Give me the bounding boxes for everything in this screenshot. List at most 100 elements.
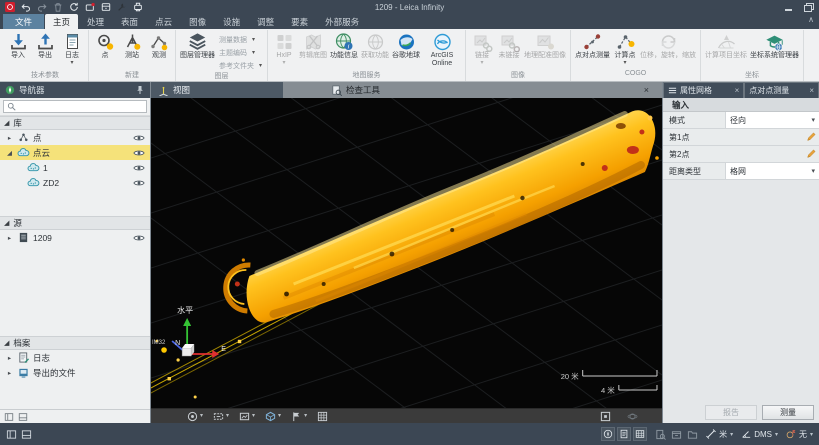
flag-button[interactable]: ▾	[291, 411, 307, 422]
compute-point-button[interactable]: 计算点▾	[612, 31, 638, 66]
property-value-2[interactable]	[725, 146, 819, 162]
close-icon[interactable]: ×	[638, 85, 655, 95]
tree-item[interactable]: ZD2	[0, 175, 150, 190]
distance-unit-selector[interactable]: 米 ▾	[706, 429, 733, 440]
crs-manager-button[interactable]: 坐标系统管理器	[749, 31, 800, 60]
new-point-button[interactable]: 点	[92, 31, 118, 60]
new-station-button[interactable]: 测站	[119, 31, 145, 60]
property-value-3[interactable]: 格网▾	[725, 163, 819, 179]
search-input[interactable]	[19, 101, 143, 112]
ribbon-tab-2[interactable]: 表面	[113, 14, 146, 29]
image-overlay-button[interactable]: ▾	[239, 411, 255, 422]
tab-inspect-tools[interactable]: 检查工具 ×	[283, 82, 662, 98]
tree-item[interactable]: ▸导出的文件	[0, 365, 150, 380]
stack-item[interactable]: 主题编码▾	[219, 48, 262, 58]
tree-item[interactable]: ◢点云	[0, 145, 150, 160]
view-settings-button[interactable]: ▾	[187, 411, 203, 422]
ribbon-tab-1[interactable]: 处理	[79, 14, 112, 29]
google-earth-button[interactable]: 谷歌地球	[391, 31, 421, 60]
section-header[interactable]: ◢库	[0, 116, 150, 130]
angle-unit-selector[interactable]: DMS ▾	[741, 429, 778, 439]
cube-view-button[interactable]: ▾	[265, 411, 281, 422]
eye-icon[interactable]	[133, 149, 145, 157]
archive-icon[interactable]	[101, 2, 111, 12]
tab-point-to-point[interactable]: 点对点测量 ×	[745, 83, 818, 98]
expander-icon[interactable]: ▸	[5, 134, 14, 142]
ribbon-tab-5[interactable]: 设施	[215, 14, 248, 29]
eye-icon[interactable]	[133, 164, 145, 172]
grid-toggle-button[interactable]	[317, 411, 328, 422]
property-value-0[interactable]: 径向▾	[725, 112, 819, 128]
pencil-icon[interactable]	[806, 132, 816, 142]
panel-bottom-icon[interactable]	[21, 429, 32, 440]
expander-icon[interactable]: ▸	[5, 234, 14, 242]
link-image-button[interactable]: 链接▾	[469, 31, 495, 66]
pencil-icon[interactable]	[806, 149, 816, 159]
stack-item[interactable]: 测量数据▾	[219, 35, 262, 45]
fit-view-button[interactable]	[600, 411, 611, 422]
tab-view[interactable]: 视图	[151, 82, 283, 98]
panel-left-dark-icon[interactable]	[4, 412, 14, 422]
navigator-view-button[interactable]	[601, 427, 615, 441]
grid-view-button[interactable]	[633, 427, 647, 441]
delete-icon[interactable]	[53, 2, 63, 12]
expander-icon[interactable]: ▸	[5, 369, 14, 377]
project-coords-button[interactable]: 计算项目坐标	[704, 31, 748, 60]
tools-icon[interactable]	[117, 2, 127, 12]
3d-view-canvas[interactable]: 水平 N E IM32 20 米 4 米	[151, 98, 662, 408]
collapse-ribbon-icon[interactable]: ∧	[808, 15, 814, 24]
clipping-button[interactable]: ▾	[213, 411, 229, 422]
eye-icon[interactable]	[133, 179, 145, 187]
stack-item[interactable]: 参考文件夹▾	[219, 61, 262, 71]
file-tab[interactable]: 文件	[3, 14, 44, 29]
panel-bottom-dark-icon[interactable]	[18, 412, 28, 422]
layer-manager-button[interactable]: 图层管理器	[179, 31, 216, 60]
close-icon[interactable]: ×	[735, 86, 740, 95]
tree-item[interactable]: ▸1209	[0, 230, 150, 245]
redo-icon[interactable]	[37, 2, 47, 12]
eye-icon[interactable]	[133, 234, 145, 242]
ribbon-tab-0[interactable]: 主页	[45, 14, 78, 29]
get-features-button[interactable]: 获取功能	[360, 31, 390, 60]
transform-button[interactable]: 位移，旋转，缩放	[639, 31, 697, 60]
tab-property-grid[interactable]: 属性网格 ×	[664, 83, 743, 98]
log-report-button[interactable]: 日志▾	[59, 31, 85, 66]
send-icon[interactable]	[85, 2, 95, 12]
feature-info-button[interactable]: i功能信息	[329, 31, 359, 60]
hxip-button[interactable]: HxIP▾	[271, 31, 297, 66]
eye-icon[interactable]	[133, 134, 145, 142]
restore-button[interactable]	[804, 3, 814, 12]
close-icon[interactable]: ×	[809, 86, 814, 95]
p2p-measure-button[interactable]: 点对点测量	[574, 31, 611, 60]
clip-basemap-button[interactable]: 剪辑底图	[298, 31, 328, 60]
report-view-button[interactable]	[617, 427, 631, 441]
folder-view-icon[interactable]	[687, 429, 698, 440]
report-icon[interactable]	[133, 2, 143, 12]
section-header[interactable]: ◢源	[0, 216, 150, 230]
tree-item[interactable]: ▸点	[0, 130, 150, 145]
export-button[interactable]: 导出	[32, 31, 58, 60]
inspector-icon[interactable]	[655, 429, 666, 440]
ribbon-tab-7[interactable]: 要素	[283, 14, 316, 29]
tree-item[interactable]: 1	[0, 160, 150, 175]
ribbon-tab-4[interactable]: 图像	[181, 14, 214, 29]
refresh-icon[interactable]	[69, 2, 79, 12]
archive-view-icon[interactable]	[671, 429, 682, 440]
expander-icon[interactable]: ▸	[5, 354, 14, 362]
ribbon-tab-8[interactable]: 外部服务	[317, 14, 367, 29]
expander-icon[interactable]: ◢	[5, 149, 14, 157]
panel-left-icon[interactable]	[6, 429, 17, 440]
new-observation-button[interactable]: 观测	[146, 31, 172, 60]
unlink-image-button[interactable]: 未链接	[496, 31, 522, 60]
pin-icon[interactable]	[135, 85, 145, 95]
crs-selector[interactable]: 无 ▾	[786, 429, 813, 440]
section-header[interactable]: ◢档案	[0, 336, 150, 350]
measure-button[interactable]: 测量	[762, 405, 814, 420]
undo-icon[interactable]	[21, 2, 31, 12]
minimize-button[interactable]	[784, 3, 794, 12]
georef-image-button[interactable]: 地理配准图像	[523, 31, 567, 60]
ribbon-tab-3[interactable]: 点云	[147, 14, 180, 29]
tree-item[interactable]: ▸日志	[0, 350, 150, 365]
property-value-1[interactable]	[725, 129, 819, 145]
arcgis-online-button[interactable]: ArcGIS Online	[422, 31, 462, 68]
